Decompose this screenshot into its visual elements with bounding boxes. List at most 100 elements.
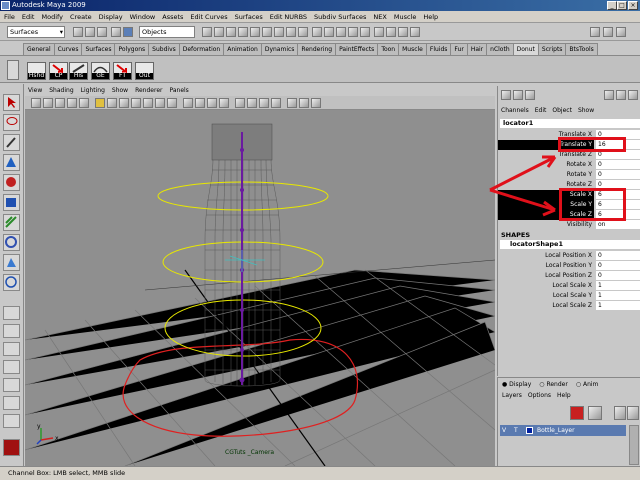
shelf-tab-surfaces[interactable]: Surfaces: [81, 43, 116, 55]
panel-layout-icon[interactable]: [616, 90, 626, 100]
layout-hypershade-icon[interactable]: [3, 378, 20, 392]
camera-select-icon[interactable]: [31, 98, 41, 108]
show-manipulator-icon[interactable]: [3, 254, 20, 271]
layer-scrollbar[interactable]: [629, 425, 639, 465]
curves-icon[interactable]: [238, 27, 248, 37]
attr-visibility[interactable]: Visibility on: [498, 220, 640, 230]
layer-menu-help[interactable]: Help: [557, 392, 571, 399]
tool-settings-icon[interactable]: [603, 27, 613, 37]
scene-canvas[interactable]: y x CGTuts _Camera: [25, 110, 495, 466]
scale-tool-icon[interactable]: [3, 194, 20, 211]
menu-display[interactable]: Display: [99, 13, 123, 21]
minimize-button[interactable]: _: [607, 1, 617, 10]
bookmark-icon[interactable]: [55, 98, 65, 108]
layer-name[interactable]: Bottle_Layer: [537, 425, 575, 436]
gate-mask-icon[interactable]: [131, 98, 141, 108]
layer-menu-options[interactable]: Options: [528, 392, 551, 399]
viewport-menu-view[interactable]: View: [28, 86, 42, 96]
layer-row-bottle[interactable]: V T Bottle_Layer: [500, 425, 626, 436]
high-quality-icon[interactable]: [287, 98, 297, 108]
panel-collapse-icon[interactable]: [628, 90, 638, 100]
select-object-icon[interactable]: [123, 27, 133, 37]
use-default-material-icon[interactable]: [235, 98, 245, 108]
shadows-icon[interactable]: [271, 98, 281, 108]
textured-icon[interactable]: [247, 98, 257, 108]
layout-outliner-icon[interactable]: [3, 414, 20, 428]
select-tool-icon[interactable]: [3, 94, 20, 111]
layer-visibility-toggle[interactable]: V: [502, 425, 506, 436]
menu-edit-curves[interactable]: Edit Curves: [190, 13, 227, 21]
history-icon[interactable]: [374, 27, 384, 37]
layout-persp-graph-icon[interactable]: [3, 360, 20, 374]
isolate-select-icon[interactable]: [299, 98, 309, 108]
shelf-tab-dynamics[interactable]: Dynamics: [260, 43, 299, 55]
layer-template-toggle[interactable]: T: [514, 425, 518, 436]
layout-single-icon[interactable]: [3, 306, 20, 320]
snap-grid-icon[interactable]: [312, 27, 322, 37]
selection-mode-dropdown[interactable]: Objects: [139, 26, 195, 38]
menu-muscle[interactable]: Muscle: [394, 13, 417, 21]
maximize-button[interactable]: □: [617, 1, 627, 10]
select-hierarchy-icon[interactable]: [111, 27, 121, 37]
layout-persp-hypershade-icon[interactable]: [3, 396, 20, 410]
two-d-pan-icon[interactable]: [79, 98, 89, 108]
handles-icon[interactable]: [214, 27, 224, 37]
menu-assets[interactable]: Assets: [162, 13, 183, 21]
channel-box-view-icon[interactable]: [501, 90, 511, 100]
camera-attributes-icon[interactable]: [43, 98, 53, 108]
shelf-tab-polygons[interactable]: Polygons: [114, 43, 150, 55]
field-chart-icon[interactable]: [143, 98, 153, 108]
menu-edit-nurbs[interactable]: Edit NURBS: [270, 13, 307, 21]
render-icon[interactable]: [386, 27, 396, 37]
layer-menu-layers[interactable]: Layers: [502, 392, 522, 399]
xray-icon[interactable]: [219, 98, 229, 108]
menu-edit[interactable]: Edit: [22, 13, 35, 21]
radio-render[interactable]: ○ Render: [539, 381, 568, 388]
shelf-button-his[interactable]: His: [69, 62, 88, 80]
shelf-tab-animation[interactable]: Animation: [223, 43, 262, 55]
new-scene-icon[interactable]: [73, 27, 83, 37]
attribute-editor-icon[interactable]: [590, 27, 600, 37]
soft-mod-tool-icon[interactable]: [3, 234, 20, 251]
attr-local-scale-y[interactable]: Local Scale Y1: [498, 291, 640, 301]
surfaces-icon[interactable]: [250, 27, 260, 37]
wireframe-icon[interactable]: [183, 98, 193, 108]
deformations-icon[interactable]: [262, 27, 272, 37]
radio-display[interactable]: ● Display: [502, 381, 531, 388]
shelf-tab-toon[interactable]: Toon: [377, 43, 400, 55]
shelf-menu-icon[interactable]: [7, 60, 19, 80]
layout-persp-outliner-icon[interactable]: [3, 342, 20, 356]
layer-up-icon[interactable]: [614, 406, 626, 420]
layer-down-icon[interactable]: [627, 406, 639, 420]
shelf-tab-donut[interactable]: Donut: [512, 43, 539, 55]
cb-menu-edit[interactable]: Edit: [535, 106, 547, 116]
menu-surfaces[interactable]: Surfaces: [235, 13, 263, 21]
menu-modify[interactable]: Modify: [41, 13, 63, 21]
film-gate-icon[interactable]: [107, 98, 117, 108]
resolution-gate-icon[interactable]: [119, 98, 129, 108]
attr-local-position-z[interactable]: Local Position Z0: [498, 271, 640, 281]
safe-action-icon[interactable]: [155, 98, 165, 108]
save-scene-icon[interactable]: [97, 27, 107, 37]
shelf-tab-subdivs[interactable]: Subdivs: [148, 43, 180, 55]
menu-nex[interactable]: NEX: [373, 13, 386, 21]
channel-box-both-icon[interactable]: [525, 90, 535, 100]
ipr-render-icon[interactable]: [398, 27, 408, 37]
attr-local-scale-x[interactable]: Local Scale X1: [498, 281, 640, 291]
viewport-menu-lighting[interactable]: Lighting: [81, 86, 105, 96]
render-globals-icon[interactable]: [410, 27, 420, 37]
misc-icon[interactable]: [298, 27, 308, 37]
menu-subdiv-surfaces[interactable]: Subdiv Surfaces: [314, 13, 366, 21]
channel-box-icon[interactable]: [616, 27, 626, 37]
layout-four-icon[interactable]: [3, 324, 20, 338]
joints-icon[interactable]: [226, 27, 236, 37]
move-tool-icon[interactable]: [3, 154, 20, 171]
shelf-button-out[interactable]: Out: [135, 62, 154, 80]
snap-curve-icon[interactable]: [324, 27, 334, 37]
panel-toggle-icon[interactable]: [604, 90, 614, 100]
perspective-viewport[interactable]: y x CGTuts _Camera: [25, 110, 495, 466]
make-live-icon[interactable]: [360, 27, 370, 37]
shelf-button-ft[interactable]: FT: [113, 62, 132, 80]
shelf-tab-scripts[interactable]: Scripts: [537, 43, 567, 55]
shelf-button-hshd[interactable]: Hshd: [27, 62, 46, 80]
